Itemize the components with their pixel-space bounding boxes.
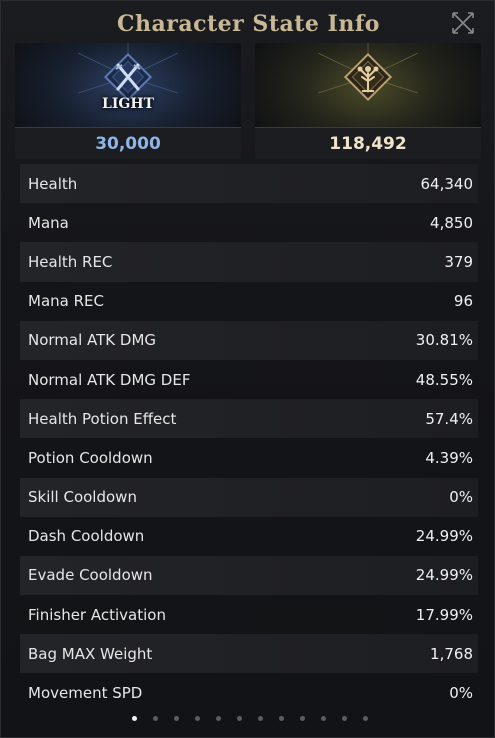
stat-row-health: Health 64,340 <box>20 164 478 204</box>
stat-label: Health <box>28 174 78 193</box>
page-dot-8[interactable] <box>278 716 284 721</box>
stat-label: Bag MAX Weight <box>28 644 153 663</box>
stat-value: 0% <box>449 488 473 507</box>
page-indicator <box>1 716 495 721</box>
stat-row-health-potion-effect: Health Potion Effect 57.4% <box>20 399 478 439</box>
page-dot-1[interactable] <box>131 716 137 721</box>
stat-row-finisher-activation: Finisher Activation 17.99% <box>20 595 478 634</box>
window-title: Character State Info <box>117 11 380 37</box>
stat-value: 24.99% <box>415 566 473 585</box>
stat-label: Movement SPD <box>28 684 143 703</box>
stat-value: 24.99% <box>415 527 473 546</box>
stat-label: Finisher Activation <box>28 605 166 624</box>
stat-value: 1,768 <box>430 644 473 663</box>
character-state-panel: Character State Info LIGHT 30,000 118,49… <box>0 0 495 738</box>
page-dot-5[interactable] <box>215 716 221 721</box>
page-dot-12[interactable] <box>362 716 368 721</box>
stat-row-movement-spd: Movement SPD 0% <box>20 673 478 712</box>
stat-value: 4.39% <box>425 448 473 467</box>
stat-label: Mana REC <box>28 292 104 311</box>
stat-label: Normal ATK DMG DEF <box>28 370 191 389</box>
page-dot-2[interactable] <box>152 716 158 721</box>
stat-label: Health REC <box>28 252 113 271</box>
page-dot-10[interactable] <box>320 716 326 721</box>
stat-label: Evade Cooldown <box>28 566 153 585</box>
page-dot-9[interactable] <box>299 716 305 721</box>
stat-value: 57.4% <box>425 409 473 428</box>
stat-label: Health Potion Effect <box>28 409 177 428</box>
tier-value: 30,000 <box>15 127 241 159</box>
stat-row-mana-rec: Mana REC 96 <box>20 282 478 321</box>
page-dot-11[interactable] <box>341 716 347 721</box>
stat-value: 48.55% <box>415 370 473 389</box>
stat-value: 379 <box>444 252 473 271</box>
stat-value: 17.99% <box>415 605 473 624</box>
page-dot-7[interactable] <box>257 716 263 721</box>
stat-row-skill-cooldown: Skill Cooldown 0% <box>20 477 478 517</box>
stat-row-normal-atk-dmg-def: Normal ATK DMG DEF 48.55% <box>20 360 478 399</box>
stats-list: Health 64,340 Mana 4,850 Health REC 379 Man… <box>20 164 478 713</box>
page-dot-6[interactable] <box>236 716 242 721</box>
stat-value: 96 <box>453 292 473 311</box>
stat-label: Potion Cooldown <box>28 448 153 467</box>
stat-value: 30.81% <box>415 331 473 350</box>
stat-row-health-rec: Health REC 379 <box>20 242 478 282</box>
stat-row-bag-max-weight: Bag MAX Weight 1,768 <box>20 634 478 674</box>
stat-value: 64,340 <box>420 174 474 193</box>
tier-tree-panel: 118,492 <box>255 43 481 159</box>
stat-label: Skill Cooldown <box>28 488 137 507</box>
stat-value: 0% <box>449 684 473 703</box>
page-dot-3[interactable] <box>173 716 179 721</box>
stat-label: Mana <box>28 213 69 232</box>
page-dot-4[interactable] <box>194 716 200 721</box>
stat-row-dash-cooldown: Dash Cooldown 24.99% <box>20 517 478 556</box>
stat-row-potion-cooldown: Potion Cooldown 4.39% <box>20 438 478 477</box>
close-icon[interactable] <box>450 10 476 36</box>
stat-row-mana: Mana 4,850 <box>20 203 478 242</box>
tier-name: LIGHT <box>102 96 154 112</box>
tier-light-panel: LIGHT 30,000 <box>15 43 241 159</box>
tier-value: 118,492 <box>255 127 481 159</box>
stat-value: 4,850 <box>430 213 473 232</box>
tree-icon <box>317 43 419 123</box>
stat-label: Normal ATK DMG <box>28 331 157 350</box>
stat-label: Dash Cooldown <box>28 527 145 546</box>
stat-row-evade-cooldown: Evade Cooldown 24.99% <box>20 555 478 596</box>
stat-row-normal-atk-dmg: Normal ATK DMG 30.81% <box>20 320 478 360</box>
